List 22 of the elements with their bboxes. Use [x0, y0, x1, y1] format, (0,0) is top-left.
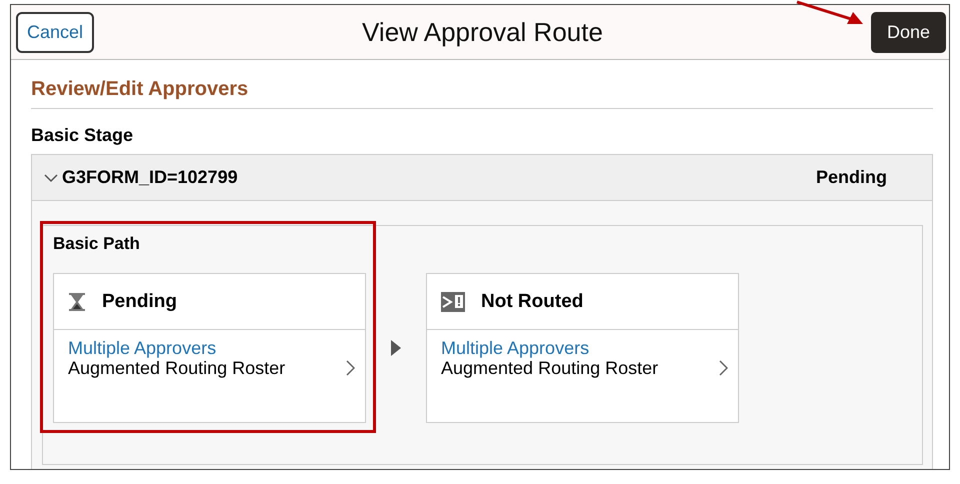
chevron-right-icon: [719, 360, 728, 376]
done-button[interactable]: Done: [870, 12, 946, 52]
approver-link[interactable]: Multiple Approvers: [441, 338, 719, 358]
window-title: View Approval Route: [362, 16, 603, 48]
route-block-icon: [441, 292, 465, 312]
approver-link[interactable]: Multiple Approvers: [68, 338, 346, 358]
cancel-button[interactable]: Cancel: [16, 12, 94, 52]
stage-header[interactable]: G3FORM_ID=102799 Pending: [32, 155, 932, 201]
hourglass-icon: [68, 292, 86, 312]
section-title: Review/Edit Approvers: [31, 78, 933, 109]
step-status: Not Routed: [481, 290, 584, 312]
stage-label: Basic Stage: [31, 125, 134, 146]
stage-status: Pending: [816, 167, 887, 188]
step-row[interactable]: Multiple Approvers Augmented Routing Roster: [54, 330, 365, 378]
path-label: Basic Path: [53, 234, 141, 254]
stage-name: G3FORM_ID=102799: [62, 167, 239, 188]
roster-text: Augmented Routing Roster: [441, 358, 660, 378]
chevron-right-icon: [346, 360, 355, 376]
triangle-right-icon: [391, 340, 401, 356]
roster-text: Augmented Routing Roster: [68, 358, 286, 378]
step-status: Pending: [102, 290, 177, 312]
step-row[interactable]: Multiple Approvers Augmented Routing Roster: [427, 330, 738, 378]
